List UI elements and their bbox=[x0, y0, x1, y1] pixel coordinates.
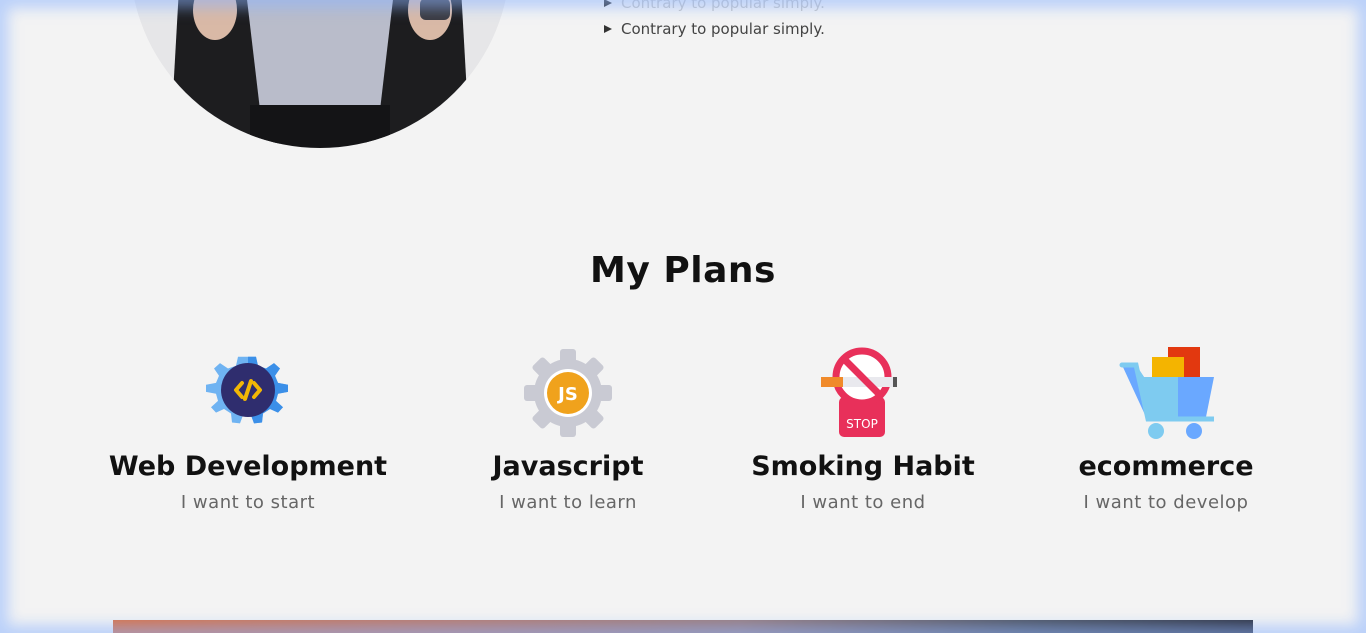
shopping-cart-icon bbox=[1119, 347, 1214, 439]
no-smoking-icon: STOP bbox=[821, 347, 897, 437]
list-item-text: Contrary to popular simply. bbox=[621, 0, 825, 12]
web-development-icon bbox=[206, 356, 288, 424]
plan-description: I want to learn bbox=[499, 492, 637, 513]
profile-photo bbox=[130, 0, 510, 148]
plan-card-ecommerce: ecommerce I want to develop bbox=[1016, 345, 1316, 513]
plan-name: ecommerce bbox=[1078, 451, 1254, 482]
stop-sign-text: STOP bbox=[846, 417, 878, 431]
plan-description: I want to develop bbox=[1083, 492, 1249, 513]
plan-name: Javascript bbox=[492, 451, 644, 482]
list-item: Contrary to popular simply. bbox=[604, 0, 825, 16]
triangle-bullet-icon bbox=[604, 25, 612, 33]
page: Contrary to popular simply. Contrary to … bbox=[0, 0, 1366, 633]
svg-text:JS: JS bbox=[556, 384, 578, 405]
plan-card-web-development: Web Development I want to start bbox=[98, 345, 398, 513]
javascript-icon: JS bbox=[524, 349, 612, 437]
triangle-bullet-icon bbox=[604, 0, 612, 7]
plan-card-javascript: JS Javascript I want to learn bbox=[418, 345, 718, 513]
banner-image bbox=[113, 620, 1253, 633]
plan-description: I want to start bbox=[180, 492, 316, 513]
list-item: Contrary to popular simply. bbox=[604, 16, 825, 42]
hero-bullet-list: Contrary to popular simply. Contrary to … bbox=[604, 0, 825, 42]
list-item-text: Contrary to popular simply. bbox=[621, 20, 825, 38]
plan-name: Smoking Habit bbox=[751, 451, 975, 482]
section-title: My Plans bbox=[590, 250, 776, 291]
plan-description: I want to end bbox=[800, 492, 926, 513]
plan-card-smoking-habit: STOP Smoking Habit I want to end bbox=[713, 345, 1013, 513]
plan-name: Web Development bbox=[108, 451, 388, 482]
